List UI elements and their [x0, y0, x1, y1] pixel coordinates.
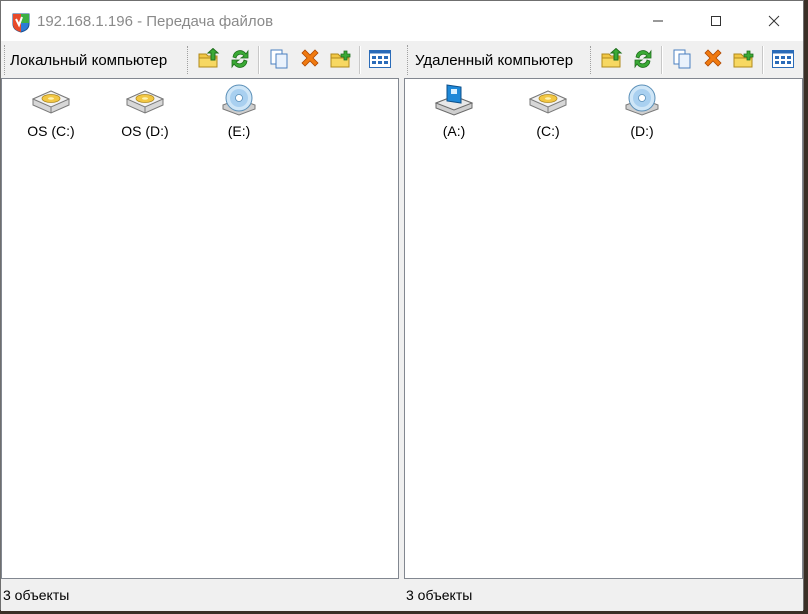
toolbar-grip[interactable]: [4, 45, 7, 75]
refresh-icon: [231, 49, 249, 69]
local-toolbar: Локальный компьютер: [1, 41, 399, 78]
remote-status-bar: 3 объекты: [404, 579, 803, 611]
hard-drive-icon: [125, 90, 165, 114]
drive-label: (E:): [227, 123, 251, 139]
maximize-icon: [711, 16, 721, 26]
floppy-drive-icon: [434, 84, 474, 116]
close-icon: [768, 15, 780, 27]
local-drive-item[interactable]: OS (D:): [100, 83, 190, 153]
remote-drive-item[interactable]: (C:): [503, 83, 593, 153]
local-pane: Локальный компьютер OS (C:) OS (D:) (E:)…: [1, 41, 399, 611]
local-delete-button[interactable]: [296, 45, 324, 73]
remote-drive-item[interactable]: (A:): [409, 83, 499, 153]
hard-drive-icon: [528, 90, 568, 114]
window-title: 192.168.1.196 - Передача файлов: [37, 13, 274, 30]
local-file-list[interactable]: OS (C:) OS (D:) (E:): [1, 78, 399, 579]
toolbar-separator: [359, 46, 361, 74]
cd-drive-icon: [222, 84, 256, 116]
view-icon: [369, 50, 391, 68]
remote-status-text: 3 объекты: [406, 587, 473, 603]
copy-icon: [270, 49, 288, 69]
toolbar-grip[interactable]: [407, 45, 410, 75]
local-status-text: 3 объекты: [3, 587, 70, 603]
remote-drive-item[interactable]: (D:): [597, 83, 687, 153]
remote-refresh-button[interactable]: [629, 45, 657, 73]
local-drive-item[interactable]: (E:): [194, 83, 284, 153]
local-folder-up-button[interactable]: [195, 45, 223, 73]
cd-drive-icon: [625, 84, 659, 116]
drive-label: (D:): [630, 123, 654, 139]
local-view-button[interactable]: [366, 45, 394, 73]
remote-new-folder-button[interactable]: [730, 45, 758, 73]
maximize-button[interactable]: [687, 1, 745, 41]
drive-label: OS (D:): [121, 123, 169, 139]
copy-icon: [673, 49, 691, 69]
new-folder-icon: [330, 50, 351, 68]
toolbar-separator: [762, 46, 764, 74]
file-transfer-window: 192.168.1.196 - Передача файлов Локальны…: [0, 0, 804, 611]
local-pane-label: Локальный компьютер: [10, 52, 168, 69]
drive-label: (A:): [442, 123, 466, 139]
remote-view-button[interactable]: [769, 45, 797, 73]
local-status-bar: 3 объекты: [1, 579, 399, 611]
title-bar[interactable]: 192.168.1.196 - Передача файлов: [1, 1, 803, 41]
toolbar-separator: [187, 46, 189, 74]
drive-label: OS (C:): [27, 123, 75, 139]
local-new-folder-button[interactable]: [327, 45, 355, 73]
remote-toolbar: Удаленный компьютер: [404, 41, 803, 78]
remote-copy-button[interactable]: [668, 45, 696, 73]
drive-label: (C:): [536, 123, 560, 139]
local-copy-button[interactable]: [265, 45, 293, 73]
hard-drive-icon: [31, 90, 71, 114]
remote-pane-label: Удаленный компьютер: [415, 52, 574, 69]
minimize-button[interactable]: [629, 1, 687, 41]
remote-file-list[interactable]: (A:) (C:) (D:): [404, 78, 803, 579]
local-drive-item[interactable]: OS (C:): [6, 83, 96, 153]
toolbar-separator: [661, 46, 663, 74]
folder-up-icon: [198, 48, 220, 68]
local-refresh-button[interactable]: [226, 45, 254, 73]
app-icon: [12, 13, 30, 33]
minimize-icon: [653, 20, 663, 22]
close-button[interactable]: [745, 1, 803, 41]
remote-folder-up-button[interactable]: [598, 45, 626, 73]
toolbar-separator: [258, 46, 260, 74]
delete-icon: [301, 49, 319, 67]
new-folder-icon: [733, 50, 754, 68]
view-icon: [772, 50, 794, 68]
remote-pane: Удаленный компьютер (A:) (C:) (D:) 3 объ…: [404, 41, 803, 611]
remote-delete-button[interactable]: [699, 45, 727, 73]
delete-icon: [704, 49, 722, 67]
toolbar-separator: [590, 46, 592, 74]
refresh-icon: [634, 49, 652, 69]
folder-up-icon: [601, 48, 623, 68]
